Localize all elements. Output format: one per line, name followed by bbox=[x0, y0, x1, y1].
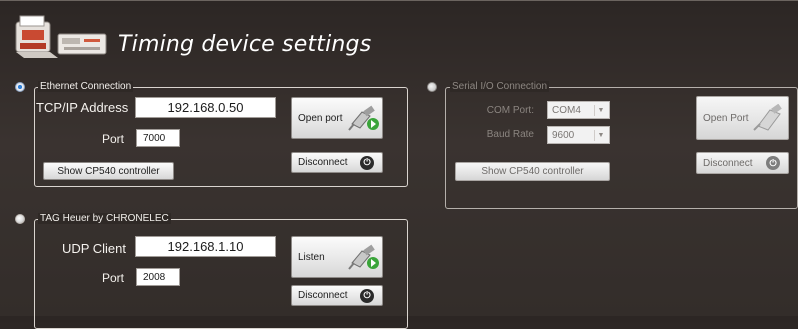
chevron-down-icon: ▼ bbox=[594, 130, 607, 141]
ethernet-port-label: Port bbox=[101, 132, 124, 146]
baud-rate-value: 9600 bbox=[552, 129, 575, 141]
page-title: Timing device settings bbox=[118, 32, 372, 57]
serial-connection-legend: Serial I/O Connection bbox=[450, 81, 550, 92]
tag-listen-button[interactable]: Listen bbox=[291, 236, 383, 278]
baud-rate-label: Baud Rate bbox=[486, 129, 534, 140]
chevron-down-icon: ▼ bbox=[594, 105, 607, 116]
serial-open-port-button[interactable]: Open Port bbox=[696, 96, 789, 140]
baud-rate-select[interactable]: 9600 ▼ bbox=[547, 126, 610, 144]
serial-open-port-label: Open Port bbox=[703, 112, 749, 124]
tcp-ip-address-input[interactable]: 192.168.0.50 bbox=[135, 97, 276, 118]
tcp-ip-address-label: TCP/IP Address bbox=[36, 100, 129, 115]
udp-client-label: UDP Client bbox=[61, 241, 126, 256]
tag-heuer-radio[interactable] bbox=[15, 214, 25, 224]
ethernet-connection-legend: Ethernet Connection bbox=[38, 81, 134, 92]
tag-port-label: Port bbox=[101, 271, 124, 285]
power-off-icon: ⏻ bbox=[360, 155, 374, 170]
timing-printer-device-icon bbox=[15, 15, 107, 58]
ethernet-port-input[interactable]: 7000 bbox=[136, 129, 180, 147]
power-off-icon: ⏻ bbox=[766, 156, 780, 170]
serial-disconnect-button[interactable]: Disconnect ⏻ bbox=[696, 152, 789, 174]
com-port-select[interactable]: COM4 ▼ bbox=[547, 101, 610, 119]
serial-show-cp540-controller-button[interactable]: Show CP540 controller bbox=[455, 162, 610, 181]
com-port-label: COM Port: bbox=[486, 105, 534, 116]
com-port-value: COM4 bbox=[552, 104, 581, 116]
tag-port-input[interactable]: 2008 bbox=[136, 268, 180, 286]
udp-client-input[interactable]: 192.168.1.10 bbox=[135, 236, 276, 257]
ethernet-connection-radio[interactable] bbox=[15, 82, 25, 92]
ethernet-open-port-button[interactable]: Open port bbox=[291, 97, 383, 139]
power-off-icon: ⏻ bbox=[360, 288, 374, 303]
serial-plug-icon bbox=[753, 104, 782, 131]
ethernet-disconnect-button[interactable]: Disconnect ⏻ bbox=[291, 152, 383, 173]
tag-heuer-legend: TAG Heuer by CHRONELEC bbox=[38, 213, 171, 224]
tag-disconnect-button[interactable]: Disconnect ⏻ bbox=[291, 285, 383, 306]
ethernet-open-port-label: Open port bbox=[298, 112, 343, 124]
ethernet-show-cp540-controller-button[interactable]: Show CP540 controller bbox=[43, 162, 174, 180]
tag-disconnect-label: Disconnect bbox=[298, 290, 348, 301]
ethernet-disconnect-label: Disconnect bbox=[298, 157, 348, 168]
tag-listen-label: Listen bbox=[298, 251, 325, 263]
network-plug-connect-icon bbox=[348, 244, 379, 270]
serial-disconnect-label: Disconnect bbox=[703, 157, 753, 169]
serial-connection-radio[interactable] bbox=[427, 82, 437, 92]
network-plug-connect-icon bbox=[348, 105, 379, 131]
